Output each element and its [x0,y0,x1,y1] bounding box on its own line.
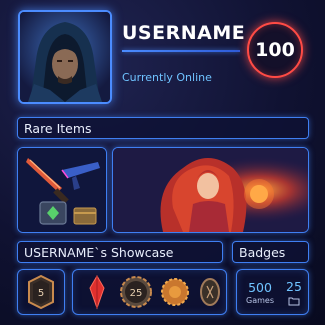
hexagon-badge-icon: 5 [28,274,54,310]
rare-items-image [18,148,106,232]
games-count: 500 [248,279,272,295]
folder-icon [288,297,300,305]
crate-icon [73,207,97,225]
level-value: 100 [255,39,295,61]
showcase-label: USERNAME`s Showcase [24,244,174,260]
online-status: Currently Online [122,71,212,84]
username-divider [122,50,240,52]
folders-count: 25 [286,278,302,294]
row-badge-value: 25 [130,288,143,299]
fire-sorceress-image [113,148,308,232]
badges-header[interactable]: Badges [232,241,309,263]
level-badge: 100 [247,22,303,78]
level-badge-5[interactable]: 5 [17,269,65,315]
rare-items-header[interactable]: Rare Items [17,117,309,139]
rare-items-panel[interactable] [17,147,107,233]
badge-collection[interactable]: 25 [72,269,227,315]
stats-panel: 500 Games 25 [236,269,309,315]
games-label: Games [246,295,274,305]
folders-stat[interactable]: 25 [281,270,307,314]
username: USERNAME [122,22,246,44]
small-badge-value: 5 [38,288,44,299]
featured-artwork[interactable] [112,147,309,233]
chest-icon [39,201,67,225]
rare-items-label: Rare Items [24,120,92,136]
rune-badge-icon [200,278,220,306]
hooded-figure-image [20,12,110,102]
sun-badge-icon [161,278,189,306]
games-stat[interactable]: 500 Games [241,270,279,314]
gear-badge-icon: 25 [120,276,152,308]
red-gem-icon [89,275,105,310]
showcase-header[interactable]: USERNAME`s Showcase [17,241,223,263]
badges-label: Badges [239,244,286,260]
avatar[interactable] [18,10,112,104]
